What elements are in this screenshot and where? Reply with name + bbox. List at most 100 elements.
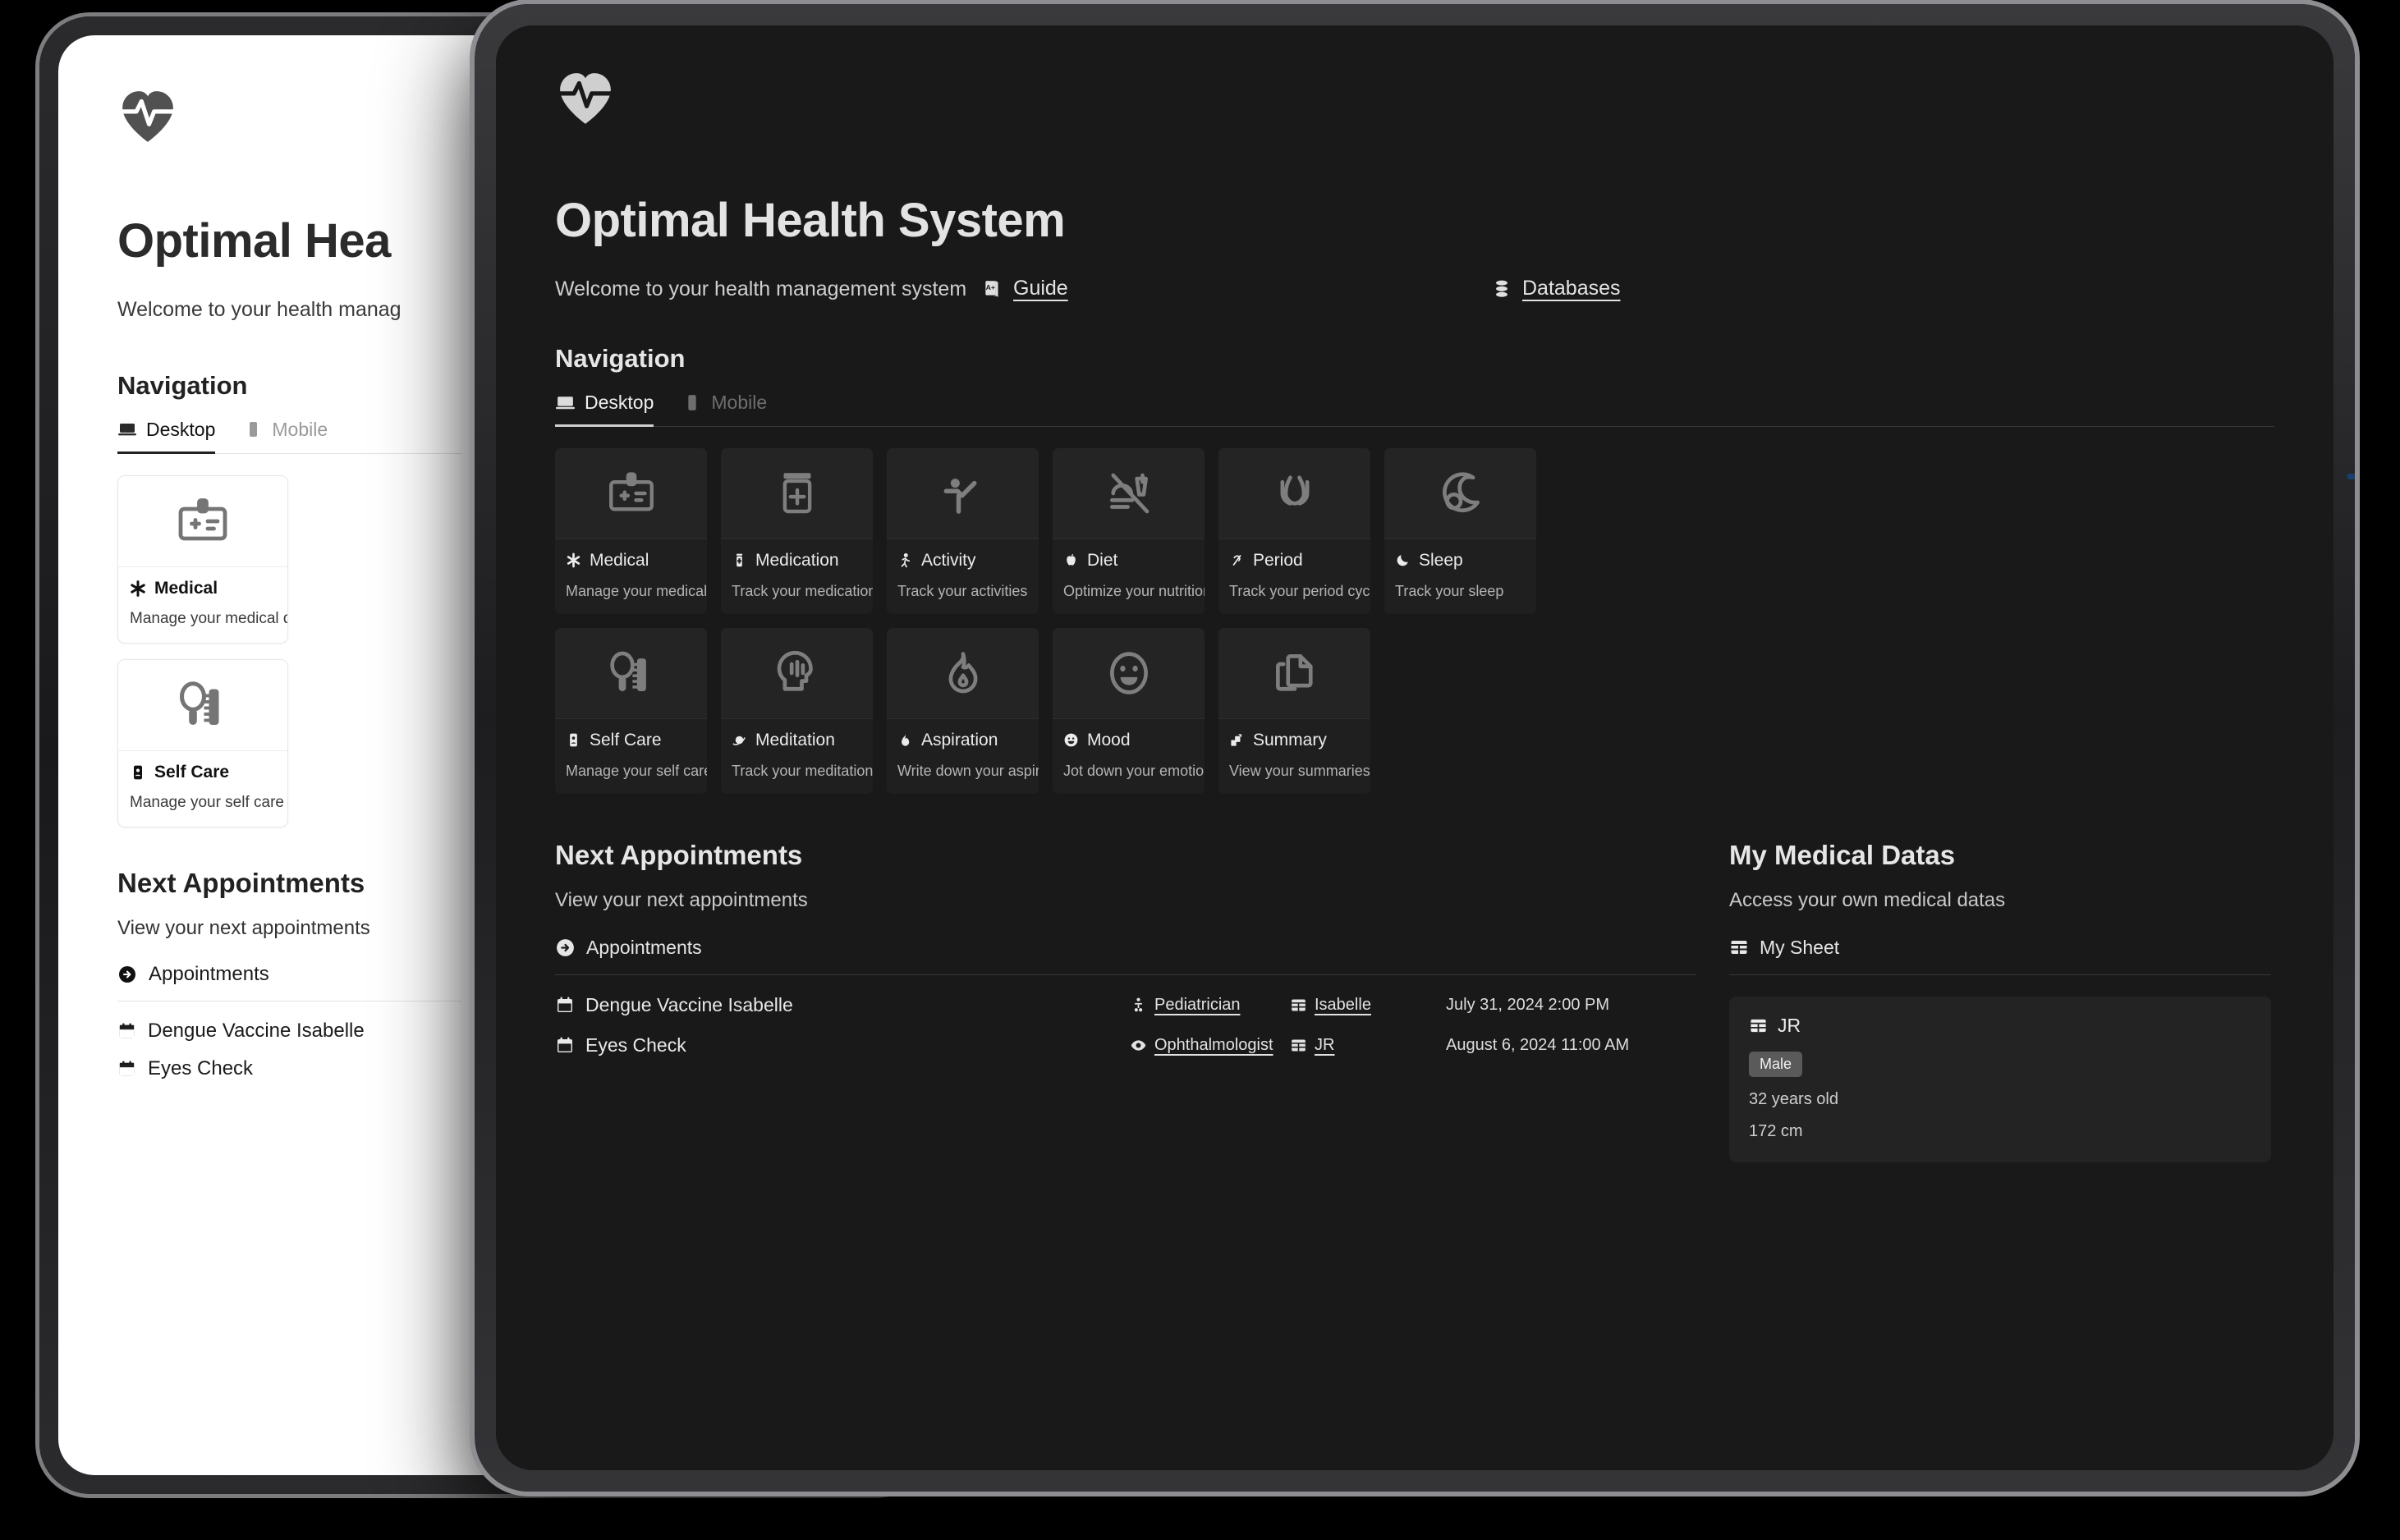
nav-card-self-care[interactable]: Self Care Manage your self care routine xyxy=(117,658,288,827)
card-artwork xyxy=(721,447,873,539)
tab-desktop[interactable]: Desktop xyxy=(117,419,216,454)
crescent-moon-icon xyxy=(1395,552,1411,568)
no-fast-food-icon xyxy=(1102,466,1156,520)
nav-card-sleep[interactable]: Sleep Track your sleep xyxy=(1384,447,1536,614)
id-badge-medical-icon xyxy=(173,492,232,551)
appointment-specialty-label: Ophthalmologist xyxy=(1154,1035,1273,1054)
card-title-row: Self Care xyxy=(566,731,696,750)
tab-mobile[interactable]: Mobile xyxy=(681,392,767,427)
databases-link[interactable]: Databases xyxy=(1491,277,1621,300)
tab-mobile-label: Mobile xyxy=(711,391,768,413)
phone-icon xyxy=(243,419,263,439)
card-title: Activity xyxy=(921,550,976,570)
card-title: Medication xyxy=(755,550,839,570)
laptop-icon xyxy=(555,392,576,413)
pill-bottle-small-icon xyxy=(732,552,747,568)
nav-card-summary[interactable]: Summary View your summaries xyxy=(1218,627,1370,794)
card-description: Manage your medical datas xyxy=(566,582,707,599)
my-sheet-link-label: My Sheet xyxy=(1760,936,1840,958)
table-icon xyxy=(1749,1016,1768,1035)
appointment-datetime: July 31, 2024 2:00 PM xyxy=(1446,995,1610,1014)
device-status-led xyxy=(2347,474,2355,479)
card-artwork xyxy=(1053,627,1205,718)
appointment-person[interactable]: JR xyxy=(1290,1036,1446,1055)
nav-card-period[interactable]: Period Track your period cycles xyxy=(1218,447,1370,614)
card-title: Aspiration xyxy=(921,730,998,749)
appointment-specialty[interactable]: Ophthalmologist xyxy=(1130,1036,1290,1055)
appointments-heading: Next Appointments xyxy=(555,839,803,870)
ribbon-icon xyxy=(1229,552,1245,568)
card-artwork xyxy=(555,627,707,718)
record-height: 172 cm xyxy=(1749,1121,1803,1140)
card-meta: Mood Jot down your emotions xyxy=(1053,717,1205,794)
tab-mobile[interactable]: Mobile xyxy=(243,419,328,454)
bottom-sections: Next Appointments View your next appoint… xyxy=(555,840,2274,1162)
card-artwork xyxy=(555,447,707,539)
record-age: 32 years old xyxy=(1749,1089,1838,1108)
martial-arts-icon xyxy=(936,466,990,520)
card-title: Medical xyxy=(590,550,649,570)
eye-icon xyxy=(1130,1037,1147,1054)
id-card-icon xyxy=(566,732,581,748)
screenshot-stage: Optimal Hea Welcome to your health manag… xyxy=(0,0,2400,1540)
nav-card-diet[interactable]: Diet Optimize your nutrition xyxy=(1053,447,1205,614)
heart-pulse-icon xyxy=(555,68,2274,129)
status-badge: Male xyxy=(1749,1051,1803,1077)
guide-link[interactable]: A+ Guide xyxy=(982,277,1491,300)
baby-icon xyxy=(1130,997,1147,1014)
card-description: Manage your self care routine xyxy=(130,793,287,811)
appointment-name: Eyes Check xyxy=(585,1034,686,1056)
nav-card-medication[interactable]: Medication Track your medication xyxy=(721,447,873,614)
id-card-icon xyxy=(130,764,146,781)
card-title-row: Mood xyxy=(1063,731,1194,750)
card-title-row: Sleep xyxy=(1395,551,1526,571)
card-title: Sleep xyxy=(1419,550,1463,570)
card-meta: Period Track your period cycles xyxy=(1218,538,1370,614)
card-meta: Medication Track your medication xyxy=(721,538,873,614)
card-title-row: Meditation xyxy=(732,731,862,750)
databases-link-label: Databases xyxy=(1522,277,1621,300)
appointment-name: Dengue Vaccine Isabelle xyxy=(148,1019,365,1042)
my-sheet-link[interactable]: My Sheet xyxy=(1729,937,2271,959)
card-artwork xyxy=(1053,447,1205,539)
appointments-subtitle: View your next appointments xyxy=(555,888,808,911)
card-title: Self Care xyxy=(590,730,662,749)
tab-desktop[interactable]: Desktop xyxy=(555,392,654,427)
guide-link-label: Guide xyxy=(1013,277,1068,300)
card-meta: Self Care Manage your self care routine xyxy=(555,717,707,794)
card-title: Self Care xyxy=(154,762,230,781)
record-name: JR xyxy=(1778,1014,1801,1036)
nav-card-aspiration[interactable]: Aspiration Write down your aspirations xyxy=(887,627,1039,794)
navigation-cards-row-2: Self Care Manage your self care routine xyxy=(555,627,2274,794)
card-artwork xyxy=(118,475,287,566)
card-description: Track your meditation sessions xyxy=(732,762,873,779)
appointment-person[interactable]: Isabelle xyxy=(1290,996,1446,1015)
appointment-specialty[interactable]: Pediatrician xyxy=(1130,996,1290,1015)
asterisk-medical-icon xyxy=(130,580,146,597)
nav-card-mood[interactable]: Mood Jot down your emotions xyxy=(1053,627,1205,794)
phone-icon xyxy=(681,392,702,413)
medical-record-card[interactable]: JR Male 32 years old 172 cm xyxy=(1729,996,2271,1162)
nav-card-medical[interactable]: Medical Manage your medical datas xyxy=(555,447,707,614)
nav-card-self-care[interactable]: Self Care Manage your self care routine xyxy=(555,627,707,794)
nav-card-medical[interactable]: Medical Manage your medical datas xyxy=(117,474,288,644)
card-description: Track your period cycles xyxy=(1229,582,1370,599)
appointments-link-label: Appointments xyxy=(586,936,702,958)
medical-datas-subtitle: Access your own medical datas xyxy=(1729,888,2006,911)
card-title-row: Medical xyxy=(566,551,696,571)
table-icon xyxy=(1729,937,1749,957)
appointment-row[interactable]: Dengue Vaccine Isabelle Pediatrician Isa… xyxy=(555,994,1696,1016)
appointments-link[interactable]: Appointments xyxy=(555,937,1696,959)
table-icon xyxy=(1290,997,1307,1014)
flame-small-icon xyxy=(897,732,913,748)
nav-card-activity[interactable]: Activity Track your activities xyxy=(887,447,1039,614)
appointment-row[interactable]: Eyes Check Ophthalmologist JR August 6, … xyxy=(555,1034,1696,1056)
card-description: Track your activities xyxy=(897,582,1028,599)
card-title-row: Medical xyxy=(130,579,276,598)
nav-card-meditation[interactable]: Meditation Track your meditation session… xyxy=(721,627,873,794)
card-title: Mood xyxy=(1087,730,1131,749)
appointment-name: Dengue Vaccine Isabelle xyxy=(585,993,793,1015)
mirror-comb-icon xyxy=(173,676,232,735)
foreground-tablet-device: Optimal Health System Welcome to your he… xyxy=(475,4,2355,1492)
appointment-name-cell: Eyes Check xyxy=(555,1034,1130,1056)
